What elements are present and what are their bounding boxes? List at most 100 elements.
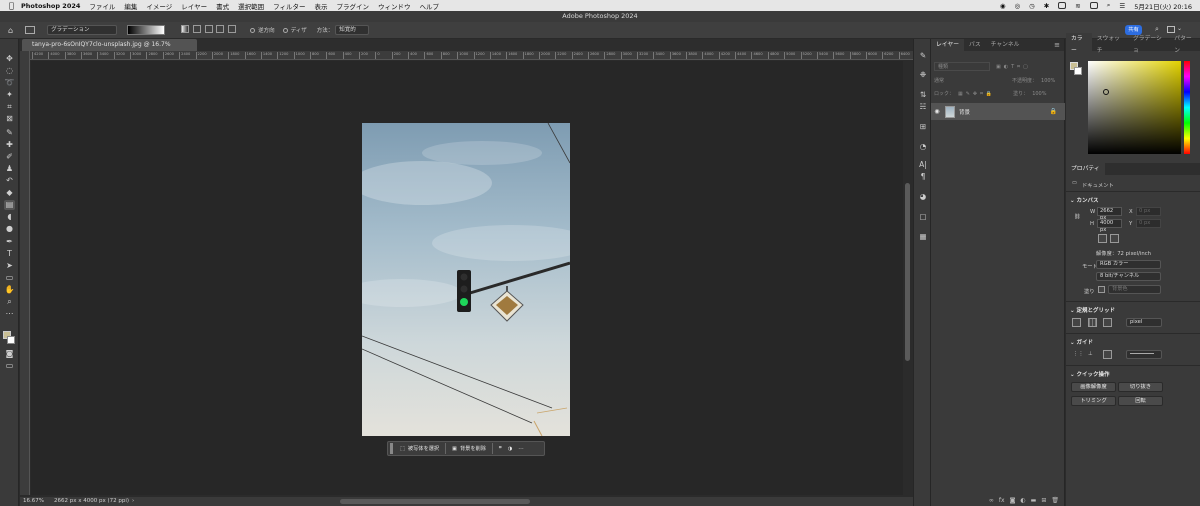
mask-icon[interactable]: ◙ [1010,497,1016,504]
keyboard-icon[interactable] [1058,2,1067,9]
remove-background-button[interactable]: ▣ 背景を削除 [449,445,489,453]
magic-wand-icon[interactable]: ✦ [4,90,15,100]
canvas-section-title[interactable]: ⌄ カンバス [1070,196,1099,204]
menu-edit[interactable]: 編集 [124,1,137,11]
tab-properties[interactable]: プロパティ [1066,163,1105,175]
search-icon[interactable]: ⌕ [1107,1,1111,10]
gradient-swatch[interactable] [127,25,166,35]
mode-select[interactable]: RGB カラー [1096,260,1161,269]
layer-thumbnail[interactable] [945,105,955,118]
menu-help[interactable]: ヘルプ [419,1,439,11]
fill-select[interactable]: 背景色 [1108,285,1161,294]
rulers-icon[interactable] [1072,318,1081,327]
bluetooth-icon[interactable]: ✱ [1044,2,1049,10]
zoom-level[interactable]: 16.67% [23,497,44,506]
x-field[interactable]: 0 px [1136,207,1161,216]
status-icon-1[interactable]: ◉ [1000,2,1006,10]
radial-gradient-icon[interactable] [192,25,201,33]
diamond-gradient-icon[interactable] [228,25,237,33]
eye-icon[interactable]: ◉ [931,108,943,115]
tab-paths[interactable]: パス [964,39,986,51]
apple-icon[interactable]:  [9,1,21,10]
tab-swatches[interactable]: スウォッチ [1092,33,1128,57]
layer-name[interactable]: 背景 [959,108,970,116]
width-field[interactable]: 2662 px [1097,207,1122,221]
angle-gradient-icon[interactable] [204,25,213,33]
opacity-value[interactable]: 100% [1041,78,1055,84]
guides-section-title[interactable]: ⌄ ガイド [1070,338,1093,346]
height-field[interactable]: 4000 px [1097,219,1122,233]
workspace-icon[interactable] [1167,26,1175,33]
new-layer-icon[interactable]: ⊞ [1041,497,1046,504]
status-icon-3[interactable]: ◷ [1029,2,1035,10]
tab-color[interactable]: カラー [1066,33,1092,57]
properties-icon[interactable]: ❉ [918,70,928,79]
vertical-scroll-thumb[interactable] [905,183,910,361]
quick-actions-section-title[interactable]: ⌄ クイック操作 [1070,370,1110,378]
blur-tool-icon[interactable]: ◖ [4,212,15,222]
blend-mode-select[interactable]: 通常 [934,77,992,84]
crop-button[interactable]: 切り抜き [1118,382,1163,392]
adjustment-icon[interactable]: ◑ [505,446,516,452]
menu-layer[interactable]: レイヤー [181,1,207,11]
pen-tool-icon[interactable]: ✒ [4,237,15,247]
link-icon[interactable]: ∞ [989,497,994,504]
chevron-right-icon[interactable]: › [132,497,134,506]
filter-icons[interactable]: ▣◐T⌗▢ [996,64,1031,70]
y-field[interactable]: 0 px [1136,219,1161,228]
more-tools-icon[interactable]: ⋯ [4,309,15,319]
fill-swatch[interactable] [1098,286,1105,293]
ruler-unit-select[interactable]: pixel [1126,318,1162,327]
menu-filter[interactable]: フィルター [273,1,305,11]
rulers-grid-section-title[interactable]: ⌄ 定規とグリッド [1070,306,1115,314]
document-tab[interactable]: tanya-pro-6sOnIQY7clo-unsplash.jpg @ 16.… [22,39,197,60]
brushes-icon[interactable]: ◔ [918,142,928,151]
eraser-tool-icon[interactable]: ◆ [4,188,15,198]
quick-mask-icon[interactable]: ◙ [4,349,15,359]
tab-patterns[interactable]: パターン [1169,33,1200,57]
export-icon[interactable]: ▢ [918,212,928,221]
home-icon[interactable]: ⌂ [8,26,13,35]
layer-kind-select[interactable]: 種類 [934,62,990,71]
battery-icon[interactable] [1089,2,1098,9]
drag-handle[interactable] [390,443,393,454]
color-icon[interactable]: ◕ [918,192,928,201]
actions-icon[interactable]: ▦ [918,232,928,241]
group-icon[interactable]: ▬ [1031,497,1037,504]
bit-depth-select[interactable]: 8 bit/チャンネル [1096,272,1161,281]
portrait-icon[interactable] [1098,234,1107,243]
background-color[interactable] [1074,67,1082,75]
guides-lock-icon[interactable]: ⊥ [1088,351,1093,357]
marquee-tool-icon[interactable]: ◌ [4,66,15,76]
reverse-checkbox[interactable]: 逆方向 [250,26,275,34]
frame-tool-icon[interactable]: ⊠ [4,114,15,124]
transform-icon[interactable]: ⌗ [496,445,505,452]
dither-checkbox[interactable]: ディザ [282,26,307,34]
hand-tool-icon[interactable]: ✋ [4,285,15,295]
trim-button[interactable]: トリミング [1071,396,1116,406]
gradient-preset-select[interactable]: グラデーション [47,25,118,35]
rectangle-tool-icon[interactable]: ▭ [4,273,15,283]
tab-layers[interactable]: レイヤー [931,39,965,51]
fill-value[interactable]: 100% [1032,91,1046,97]
dodge-tool-icon[interactable]: ● [4,224,15,234]
libraries-icon[interactable]: ⊞ [918,122,928,131]
menu-view[interactable]: 表示 [314,1,327,11]
linear-gradient-icon[interactable] [181,25,190,33]
wifi-icon[interactable]: ≋ [1075,2,1080,10]
more-options-icon[interactable]: ⋯ [515,446,526,452]
layer-row-background[interactable]: ◉ 背景 🔒 [931,103,1065,120]
history-icon[interactable]: ✎ [918,51,928,60]
healing-brush-icon[interactable]: ✚ [4,140,15,150]
pixel-grid-icon[interactable] [1103,318,1112,327]
background-color-swatch[interactable] [7,336,15,344]
learn-icon[interactable]: ☵ [918,102,928,111]
menu-select[interactable]: 選択範囲 [238,1,264,11]
guide-style-select[interactable] [1126,350,1162,359]
zoom-tool-icon[interactable]: ⌕ [4,297,15,307]
screen-mode-icon[interactable]: ▭ [4,361,15,371]
fx-icon[interactable]: fx [999,497,1005,504]
grid-icon[interactable] [1088,318,1097,327]
tab-channels[interactable]: チャンネル [986,39,1025,51]
adjustment-layer-icon[interactable]: ◐ [1020,497,1025,504]
